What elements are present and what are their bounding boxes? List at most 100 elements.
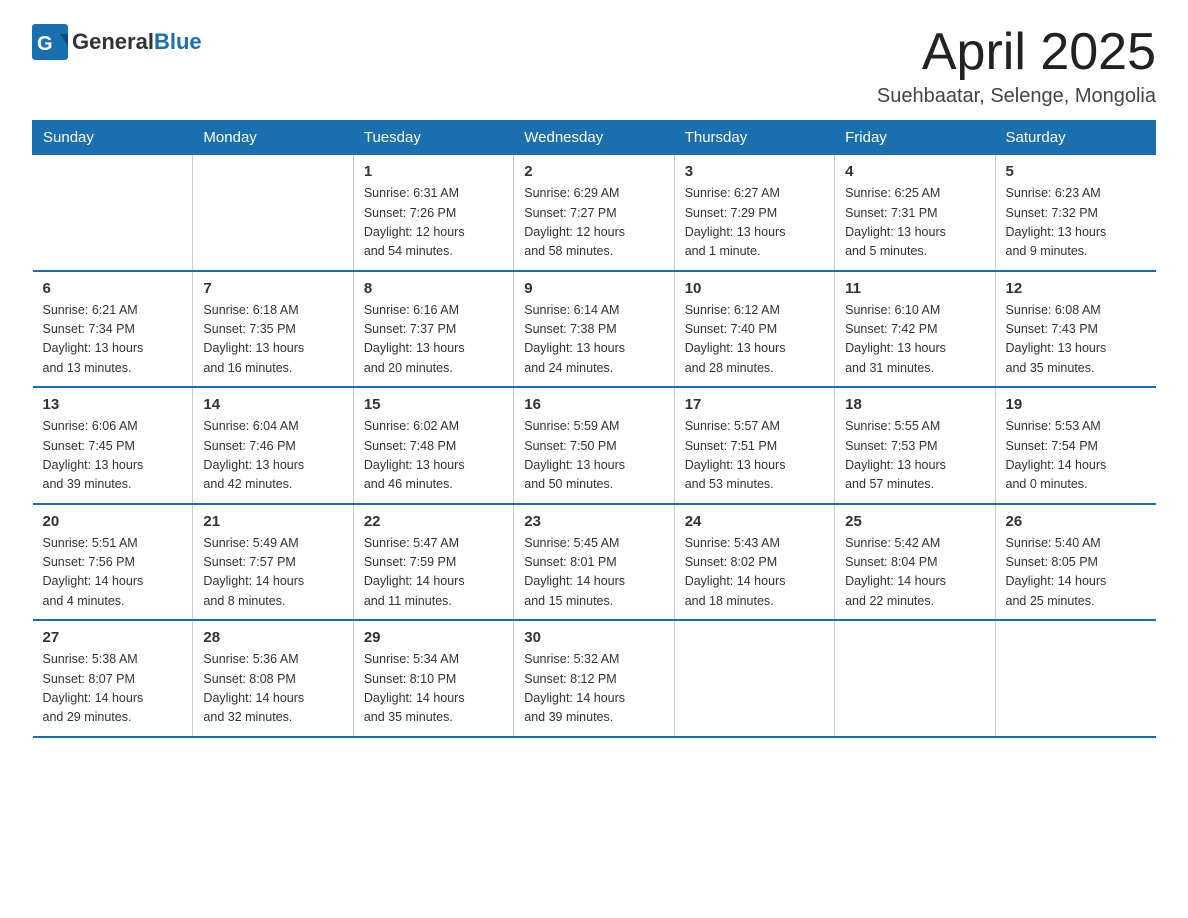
day-number: 1 <box>364 163 503 180</box>
day-number: 16 <box>524 396 663 413</box>
calendar-week-row: 20 Sunrise: 5:51 AM Sunset: 7:56 PM Dayli… <box>33 504 1156 621</box>
day-info: Sunrise: 5:53 AM Sunset: 7:54 PM Dayligh… <box>1006 417 1146 495</box>
calendar-cell: 7Sunrise: 6:18 AM Sunset: 7:35 PM Daylig… <box>193 271 353 388</box>
day-number: 23 <box>524 513 663 530</box>
day-number: 2 <box>524 163 663 180</box>
calendar-cell: 4 Sunrise: 6:25 AM Sunset: 7:31 PM Daylig… <box>835 155 995 271</box>
calendar-cell: 22Sunrise: 5:47 AM Sunset: 7:59 PM Dayli… <box>353 504 513 621</box>
svg-text:G: G <box>37 33 53 55</box>
day-info: Sunrise: 6:23 AM Sunset: 7:32 PM Dayligh… <box>1006 184 1146 262</box>
calendar-cell: 23 Sunrise: 5:45 AM Sunset: 8:01 PM Dayli… <box>514 504 674 621</box>
day-info: Sunrise: 5:49 AM Sunset: 7:57 PM Dayligh… <box>203 534 342 612</box>
day-number: 9 <box>524 280 663 297</box>
day-info: Sunrise: 6:12 AM Sunset: 7:40 PM Dayligh… <box>685 301 824 379</box>
day-info: Sunrise: 6:25 AM Sunset: 7:31 PM Dayligh… <box>845 184 984 262</box>
calendar-week-row: 6 Sunrise: 6:21 AM Sunset: 7:34 PM Daylig… <box>33 271 1156 388</box>
calendar-cell: 30 Sunrise: 5:32 AM Sunset: 8:12 PM Dayli… <box>514 620 674 737</box>
day-number: 5 <box>1006 163 1146 180</box>
logo: G GeneralBlue <box>32 24 202 60</box>
calendar-cell: 5 Sunrise: 6:23 AM Sunset: 7:32 PM Daylig… <box>995 155 1155 271</box>
day-info: Sunrise: 6:18 AM Sunset: 7:35 PM Dayligh… <box>203 301 342 379</box>
calendar-cell <box>193 155 353 271</box>
day-number: 17 <box>685 396 824 413</box>
calendar-cell: 8 Sunrise: 6:16 AM Sunset: 7:37 PM Daylig… <box>353 271 513 388</box>
calendar-cell <box>995 620 1155 737</box>
calendar-cell: 11 Sunrise: 6:10 AM Sunset: 7:42 PM Dayli… <box>835 271 995 388</box>
day-info: Sunrise: 5:42 AM Sunset: 8:04 PM Dayligh… <box>845 534 984 612</box>
calendar-cell: 2 Sunrise: 6:29 AM Sunset: 7:27 PM Daylig… <box>514 155 674 271</box>
day-info: Sunrise: 5:47 AM Sunset: 7:59 PM Dayligh… <box>364 534 503 612</box>
day-number: 11 <box>845 280 984 297</box>
day-info: Sunrise: 6:10 AM Sunset: 7:42 PM Dayligh… <box>845 301 984 379</box>
calendar-cell: 16 Sunrise: 5:59 AM Sunset: 7:50 PM Dayli… <box>514 387 674 504</box>
logo-blue: Blue <box>154 29 202 54</box>
day-info: Sunrise: 5:59 AM Sunset: 7:50 PM Dayligh… <box>524 417 663 495</box>
weekday-header: Monday <box>193 121 353 155</box>
day-info: Sunrise: 5:55 AM Sunset: 7:53 PM Dayligh… <box>845 417 984 495</box>
day-number: 28 <box>203 629 342 646</box>
day-info: Sunrise: 5:32 AM Sunset: 8:12 PM Dayligh… <box>524 650 663 728</box>
calendar-cell: 1Sunrise: 6:31 AM Sunset: 7:26 PM Daylig… <box>353 155 513 271</box>
calendar-cell: 27 Sunrise: 5:38 AM Sunset: 8:07 PM Dayli… <box>33 620 193 737</box>
day-number: 24 <box>685 513 824 530</box>
day-number: 15 <box>364 396 503 413</box>
day-number: 14 <box>203 396 342 413</box>
day-info: Sunrise: 5:34 AM Sunset: 8:10 PM Dayligh… <box>364 650 503 728</box>
calendar-cell: 25 Sunrise: 5:42 AM Sunset: 8:04 PM Dayli… <box>835 504 995 621</box>
day-number: 19 <box>1006 396 1146 413</box>
day-info: Sunrise: 5:43 AM Sunset: 8:02 PM Dayligh… <box>685 534 824 612</box>
day-number: 27 <box>43 629 183 646</box>
day-number: 8 <box>364 280 503 297</box>
page-header: G GeneralBlue April 2025 Suehbaatar, Sel… <box>32 24 1156 108</box>
calendar-week-row: 27 Sunrise: 5:38 AM Sunset: 8:07 PM Dayli… <box>33 620 1156 737</box>
logo-general: General <box>72 29 154 54</box>
calendar-cell: 9 Sunrise: 6:14 AM Sunset: 7:38 PM Daylig… <box>514 271 674 388</box>
day-info: Sunrise: 5:51 AM Sunset: 7:56 PM Dayligh… <box>43 534 183 612</box>
day-number: 26 <box>1006 513 1146 530</box>
day-number: 30 <box>524 629 663 646</box>
weekday-header-row: SundayMondayTuesdayWednesdayThursdayFrid… <box>33 121 1156 155</box>
calendar-cell: 29 Sunrise: 5:34 AM Sunset: 8:10 PM Dayli… <box>353 620 513 737</box>
day-number: 29 <box>364 629 503 646</box>
location-subtitle: Suehbaatar, Selenge, Mongolia <box>877 85 1156 108</box>
month-year-title: April 2025 <box>877 24 1156 81</box>
calendar-cell: 3 Sunrise: 6:27 AM Sunset: 7:29 PM Daylig… <box>674 155 834 271</box>
day-info: Sunrise: 6:06 AM Sunset: 7:45 PM Dayligh… <box>43 417 183 495</box>
day-info: Sunrise: 6:16 AM Sunset: 7:37 PM Dayligh… <box>364 301 503 379</box>
day-info: Sunrise: 5:57 AM Sunset: 7:51 PM Dayligh… <box>685 417 824 495</box>
calendar-cell: 28Sunrise: 5:36 AM Sunset: 8:08 PM Dayli… <box>193 620 353 737</box>
calendar-cell: 17 Sunrise: 5:57 AM Sunset: 7:51 PM Dayli… <box>674 387 834 504</box>
calendar-cell: 10Sunrise: 6:12 AM Sunset: 7:40 PM Dayli… <box>674 271 834 388</box>
calendar-cell: 19 Sunrise: 5:53 AM Sunset: 7:54 PM Dayli… <box>995 387 1155 504</box>
day-number: 18 <box>845 396 984 413</box>
day-info: Sunrise: 6:21 AM Sunset: 7:34 PM Dayligh… <box>43 301 183 379</box>
weekday-header: Thursday <box>674 121 834 155</box>
day-number: 20 <box>43 513 183 530</box>
day-info: Sunrise: 6:29 AM Sunset: 7:27 PM Dayligh… <box>524 184 663 262</box>
calendar-cell: 21Sunrise: 5:49 AM Sunset: 7:57 PM Dayli… <box>193 504 353 621</box>
day-info: Sunrise: 5:45 AM Sunset: 8:01 PM Dayligh… <box>524 534 663 612</box>
calendar-cell: 26Sunrise: 5:40 AM Sunset: 8:05 PM Dayli… <box>995 504 1155 621</box>
logo-icon: G <box>32 24 68 60</box>
weekday-header: Friday <box>835 121 995 155</box>
day-number: 13 <box>43 396 183 413</box>
weekday-header: Sunday <box>33 121 193 155</box>
day-info: Sunrise: 6:04 AM Sunset: 7:46 PM Dayligh… <box>203 417 342 495</box>
day-info: Sunrise: 6:27 AM Sunset: 7:29 PM Dayligh… <box>685 184 824 262</box>
calendar-week-row: 13 Sunrise: 6:06 AM Sunset: 7:45 PM Dayli… <box>33 387 1156 504</box>
weekday-header: Saturday <box>995 121 1155 155</box>
day-number: 4 <box>845 163 984 180</box>
day-number: 12 <box>1006 280 1146 297</box>
calendar-cell: 15 Sunrise: 6:02 AM Sunset: 7:48 PM Dayli… <box>353 387 513 504</box>
day-number: 3 <box>685 163 824 180</box>
calendar-cell: 20 Sunrise: 5:51 AM Sunset: 7:56 PM Dayli… <box>33 504 193 621</box>
day-info: Sunrise: 6:02 AM Sunset: 7:48 PM Dayligh… <box>364 417 503 495</box>
day-info: Sunrise: 5:38 AM Sunset: 8:07 PM Dayligh… <box>43 650 183 728</box>
day-info: Sunrise: 6:14 AM Sunset: 7:38 PM Dayligh… <box>524 301 663 379</box>
day-number: 25 <box>845 513 984 530</box>
calendar-cell: 12Sunrise: 6:08 AM Sunset: 7:43 PM Dayli… <box>995 271 1155 388</box>
day-number: 6 <box>43 280 183 297</box>
calendar-cell: 14 Sunrise: 6:04 AM Sunset: 7:46 PM Dayli… <box>193 387 353 504</box>
calendar-cell <box>33 155 193 271</box>
weekday-header: Tuesday <box>353 121 513 155</box>
